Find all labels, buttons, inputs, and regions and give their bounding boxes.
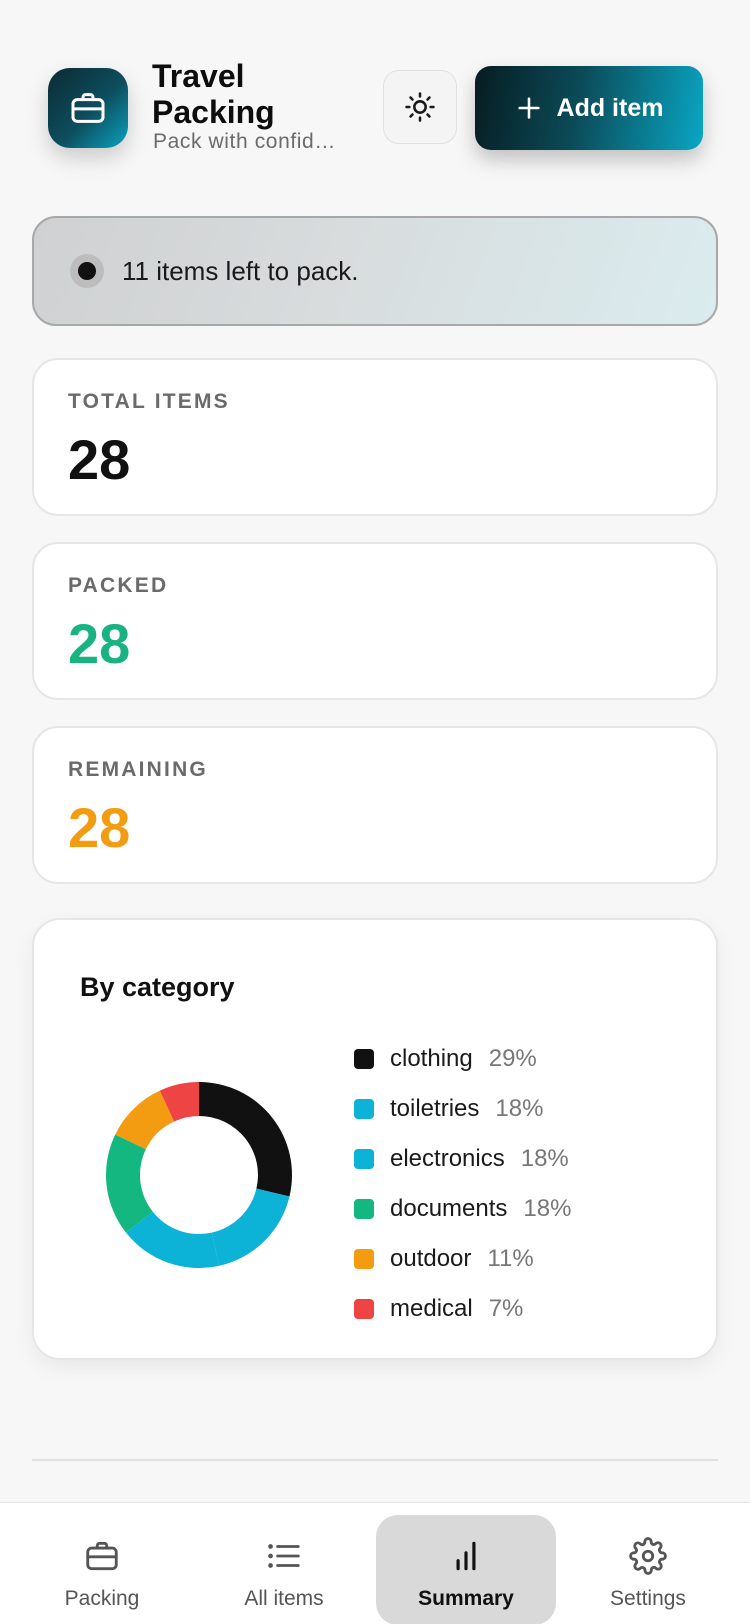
nav-label: Packing [64,1587,140,1610]
legend-percent: 29% [488,1045,537,1072]
status-banner: 11 items left to pack. [32,216,718,326]
status-text: 11 items left to pack. [122,255,359,286]
nav-item-settings[interactable]: Settings [558,1515,738,1624]
nav-label: Settings [610,1587,686,1610]
legend-label: documents [390,1195,508,1222]
donut-slice-clothing [199,1082,292,1197]
gear-icon [629,1537,667,1575]
summary-screen: Travel Packing Pack with confid… Add ite… [0,0,750,1624]
briefcase-icon [71,93,105,123]
chart-title: By category [80,972,235,1002]
legend-item-documents: documents 18% [354,1184,571,1234]
legend-item-outdoor: outdoor 11% [354,1234,571,1284]
legend-swatch [354,1299,374,1319]
stat-label: REMAINING [68,758,208,781]
donut-slice-toiletries [211,1188,290,1266]
legend-percent: 11% [487,1245,534,1272]
sun-icon [405,92,435,122]
legend-swatch [354,1149,374,1169]
legend-label: toiletries [390,1095,480,1122]
legend-swatch [354,1049,374,1069]
stat-label: PACKED [68,574,169,597]
app-title: Travel Packing [152,58,275,130]
legend-item-toiletries: toiletries 18% [354,1084,571,1134]
stat-value: 28 [68,428,131,491]
category-donut-chart [106,1082,292,1268]
legend-item-clothing: clothing 29% [354,1034,571,1084]
legend-swatch [354,1099,374,1119]
legend-percent: 18% [523,1195,572,1222]
divider [32,1459,718,1461]
legend-swatch [354,1249,374,1269]
bottom-nav: Packing All items Summary Settings [0,1502,750,1624]
legend-label: medical [390,1295,473,1322]
category-chart-card: By category clothing 29% toiletries 18% elec… [32,918,718,1360]
nav-label: All items [244,1587,324,1610]
app-logo [48,68,128,148]
nav-item-all-items[interactable]: All items [194,1515,374,1624]
bar-chart-icon [456,1541,476,1571]
legend-percent: 7% [488,1295,524,1322]
nav-item-summary[interactable]: Summary [376,1515,556,1624]
stat-card-packed: PACKED 28 [32,542,718,700]
nav-item-packing[interactable]: Packing [12,1515,192,1624]
stat-label: TOTAL ITEMS [68,390,230,413]
legend-label: clothing [390,1045,473,1072]
plus-icon [517,97,540,119]
list-icon [268,1544,300,1568]
legend-item-electronics: electronics 18% [354,1134,571,1184]
status-dot-icon [70,254,104,288]
chart-legend: clothing 29% toiletries 18% electronics 18% do… [354,1034,571,1334]
legend-label: outdoor [390,1245,472,1272]
legend-item-medical: medical 7% [354,1284,571,1334]
stat-value: 28 [68,612,131,675]
add-item-label: Add item [556,93,664,122]
legend-percent: 18% [520,1145,569,1172]
stat-card-total: TOTAL ITEMS 28 [32,358,718,516]
theme-toggle-button[interactable] [383,70,457,144]
legend-label: electronics [390,1145,505,1172]
app-subtitle: Pack with confid… [153,130,336,153]
nav-label: Summary [418,1587,514,1610]
stat-card-remaining: REMAINING 28 [32,726,718,884]
stat-value: 28 [68,796,131,859]
briefcase-icon [86,1541,118,1571]
legend-swatch [354,1199,374,1219]
add-item-button[interactable]: Add item [475,66,703,150]
legend-percent: 18% [495,1095,544,1122]
header: Travel Packing Pack with confid… Add ite… [48,58,703,153]
